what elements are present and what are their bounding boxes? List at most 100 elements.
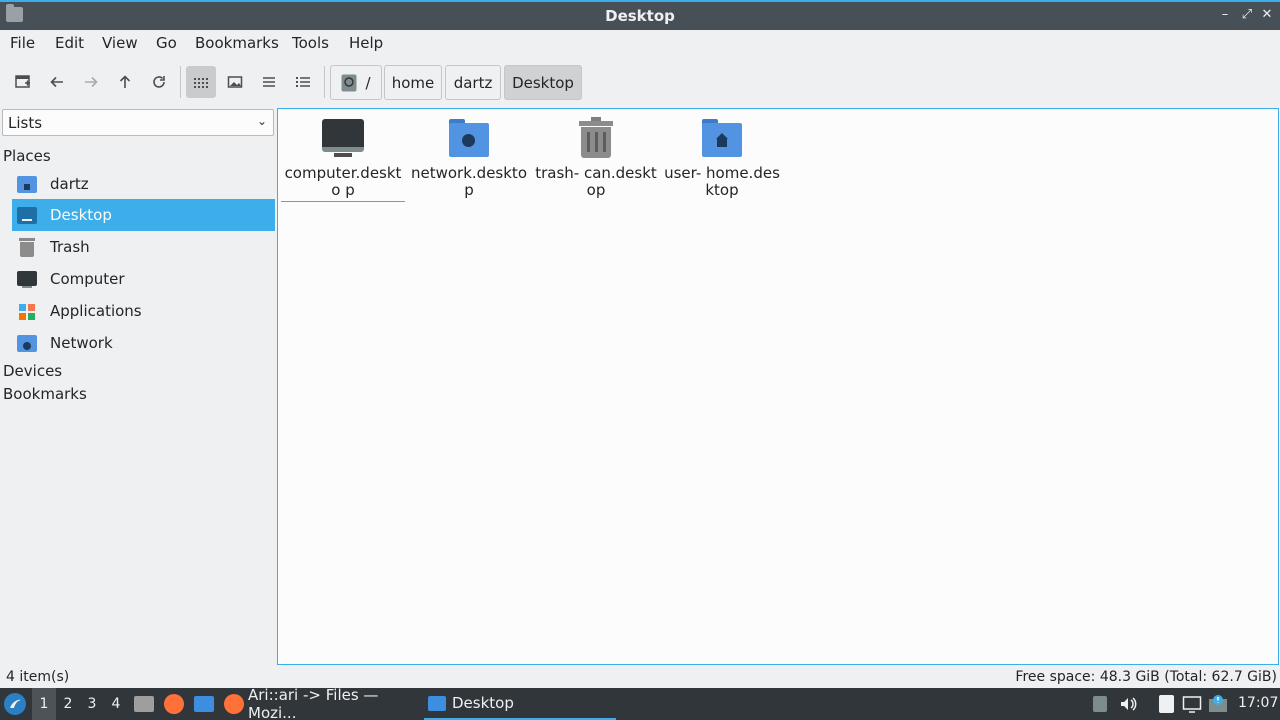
applications-icon <box>17 301 37 321</box>
volume-icon <box>1121 697 1137 711</box>
file-item-network[interactable]: network.desktop <box>407 115 531 199</box>
file-item-user-home[interactable]: user- home.desktop <box>660 115 784 199</box>
task-firefox[interactable]: Ari::ari -> Files — Mozi... <box>224 686 418 720</box>
drive-icon <box>341 74 357 91</box>
up-icon <box>119 75 131 88</box>
menu-bookmarks[interactable]: Bookmarks <box>195 34 279 52</box>
file-name: computer.deskto p <box>284 164 402 199</box>
places-heading[interactable]: Places <box>3 147 51 165</box>
thumbnail-view-icon <box>227 76 243 88</box>
file-item-trash[interactable]: trash- can.desktop <box>534 115 658 199</box>
title-bar: Desktop – ⤢ ✕ <box>0 0 1280 30</box>
breadcrumb-dartz-label: dartz <box>453 73 493 92</box>
item-count: 4 item(s) <box>6 669 70 685</box>
devices-heading[interactable]: Devices <box>3 362 62 380</box>
side-pane: Lists ⌄ Places dartz Desktop Trash Compu… <box>0 108 276 666</box>
folder-view[interactable]: computer.deskto p network.desktop trash-… <box>277 108 1279 665</box>
folder-icon <box>428 695 446 711</box>
new-tab-icon <box>15 75 30 88</box>
place-label: Computer <box>50 270 125 288</box>
workspace-4[interactable]: 4 <box>104 688 128 720</box>
update-notification-icon <box>1209 695 1227 712</box>
task-label: Ari::ari -> Files — Mozi... <box>248 686 379 720</box>
free-space: Free space: 48.3 GiB (Total: 62.7 GiB) <box>1015 669 1277 685</box>
toolbar-separator <box>180 66 181 98</box>
place-desktop[interactable]: Desktop <box>12 199 275 231</box>
menu-file[interactable]: File <box>10 34 35 52</box>
detailed-list-button[interactable] <box>288 66 318 98</box>
place-dartz[interactable]: dartz <box>12 168 275 200</box>
updates-button[interactable] <box>1208 694 1228 714</box>
start-menu-button[interactable] <box>4 693 26 715</box>
show-desktop-button[interactable] <box>194 694 214 714</box>
menu-tools[interactable]: Tools <box>292 34 329 52</box>
reload-icon <box>153 76 165 88</box>
file-item-computer[interactable]: computer.deskto p <box>281 115 405 202</box>
status-bar: 4 item(s) Free space: 48.3 GiB (Total: 6… <box>0 666 1280 688</box>
file-name: trash- can.desktop <box>535 164 657 199</box>
menu-go[interactable]: Go <box>156 34 177 52</box>
place-label: dartz <box>50 175 89 193</box>
file-manager-launcher[interactable] <box>134 694 154 714</box>
menu-view[interactable]: View <box>102 34 138 52</box>
place-label: Trash <box>50 238 90 256</box>
network-folder-icon <box>448 117 490 159</box>
new-tab-button[interactable] <box>8 66 38 98</box>
workspace-1[interactable]: 1 <box>32 688 56 720</box>
menu-edit[interactable]: Edit <box>55 34 84 52</box>
icon-view-button[interactable] <box>186 66 216 98</box>
trash-icon <box>17 237 37 257</box>
clipboard-button[interactable] <box>1156 694 1176 714</box>
close-button[interactable]: ✕ <box>1258 6 1276 24</box>
trash-icon <box>575 117 617 159</box>
place-trash[interactable]: Trash <box>12 231 275 263</box>
side-pane-mode-select[interactable]: Lists ⌄ <box>2 109 274 136</box>
place-network[interactable]: Network <box>12 327 275 359</box>
bookmarks-heading[interactable]: Bookmarks <box>3 385 87 403</box>
firefox-icon <box>164 694 184 714</box>
up-button[interactable] <box>110 66 140 98</box>
file-name: user- home.desktop <box>664 164 780 199</box>
menu-help[interactable]: Help <box>349 34 383 52</box>
place-applications[interactable]: Applications <box>12 295 275 327</box>
file-manager-icon <box>134 696 154 712</box>
network-icon <box>17 333 37 353</box>
home-folder-icon <box>17 174 37 194</box>
forward-icon <box>85 76 98 88</box>
file-name: network.desktop <box>411 164 527 199</box>
firefox-icon <box>224 694 244 714</box>
tray-up-arrow[interactable] <box>1090 694 1110 714</box>
breadcrumb-home[interactable]: home <box>384 65 442 100</box>
compact-view-icon <box>263 77 275 87</box>
icon-view-icon <box>194 78 208 88</box>
firefox-launcher[interactable] <box>164 694 184 714</box>
back-button[interactable] <box>42 66 72 98</box>
up-arrow-icon <box>1093 696 1107 712</box>
forward-button[interactable] <box>76 66 106 98</box>
desktop-icon <box>17 205 37 225</box>
breadcrumb-desktop[interactable]: Desktop <box>504 65 582 100</box>
toolbar: / home dartz Desktop <box>0 60 1280 104</box>
compact-view-button[interactable] <box>254 66 284 98</box>
task-desktop[interactable]: Desktop <box>424 688 616 720</box>
workspace-3[interactable]: 3 <box>80 688 104 720</box>
toolbar-separator <box>324 66 325 98</box>
thumbnail-view-button[interactable] <box>220 66 250 98</box>
volume-button[interactable] <box>1118 694 1138 714</box>
workspace-2[interactable]: 2 <box>56 688 80 720</box>
desktop-icon <box>194 696 214 712</box>
clock[interactable]: 17:07 <box>1238 695 1278 711</box>
place-computer[interactable]: Computer <box>12 263 275 295</box>
taskbar: 1 2 3 4 Ari::ari -> Files — Mozi... Desk… <box>0 686 1280 720</box>
display-button[interactable] <box>1182 694 1202 714</box>
place-label: Network <box>50 334 113 352</box>
minimize-button[interactable]: – <box>1216 6 1234 24</box>
breadcrumb-desktop-label: Desktop <box>512 73 574 92</box>
window-title: Desktop <box>605 7 675 25</box>
maximize-button[interactable]: ⤢ <box>1238 6 1256 24</box>
reload-button[interactable] <box>144 66 174 98</box>
breadcrumb-dartz[interactable]: dartz <box>445 65 501 100</box>
computer-icon <box>17 269 37 289</box>
lxqt-logo-icon <box>10 699 21 708</box>
breadcrumb-root[interactable]: / <box>330 65 382 100</box>
